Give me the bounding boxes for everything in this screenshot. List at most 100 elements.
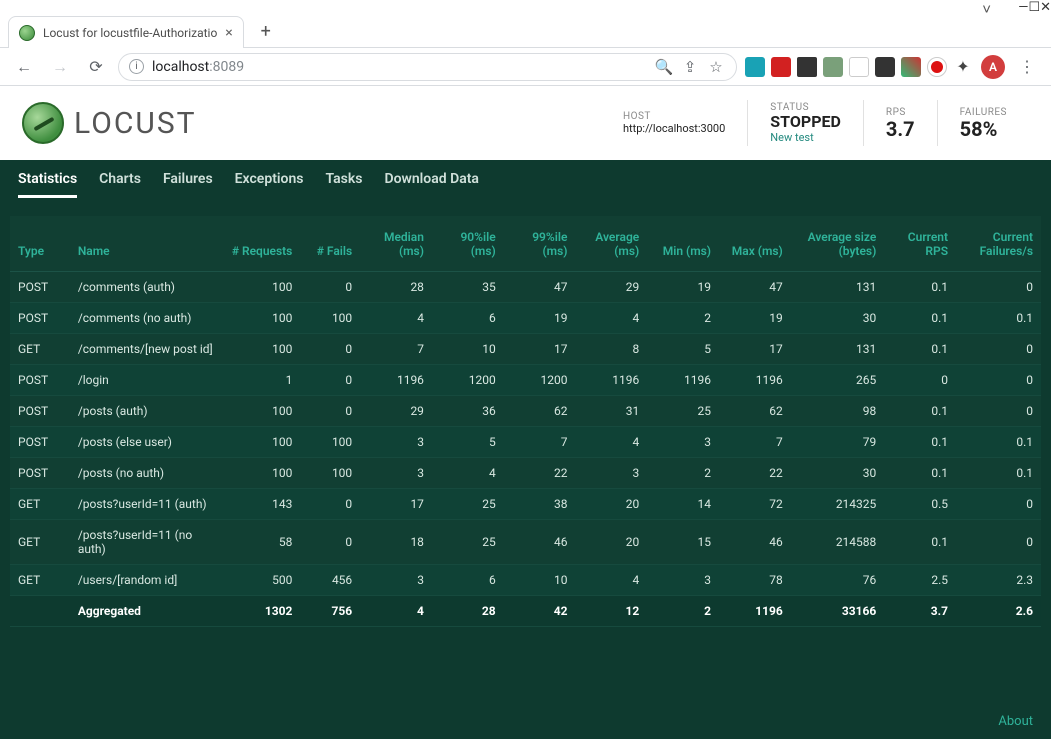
cell-med: 3 [360,457,432,488]
profile-avatar[interactable]: A [981,55,1005,79]
address-bar[interactable]: i localhost:8089 🔍 ⇪ ☆ [118,53,737,81]
col-size[interactable]: Average size (bytes) [791,216,885,271]
tab-download-data[interactable]: Download Data [384,160,479,198]
cell-fail: 100 [300,426,360,457]
locust-logo: LOCUST [22,102,197,144]
cell-fs: 2.3 [956,564,1041,595]
locust-logo-text: LOCUST [74,106,197,141]
cell-med: 1196 [360,364,432,395]
extension-icon[interactable] [823,57,843,77]
window-maximize-button[interactable]: ☐ [1028,0,1040,30]
cell-req: 100 [222,271,300,302]
extensions-menu-icon[interactable]: ✦ [953,57,973,77]
cell-rps: 2.5 [884,564,956,595]
favicon-icon [19,25,35,41]
cell-size: 33166 [791,595,885,626]
cell-fs: 0 [956,364,1041,395]
col-p90[interactable]: 90%ile (ms) [432,216,504,271]
tab-close-icon[interactable]: × [225,25,232,41]
cell-avg: 1196 [575,364,647,395]
cell-p90: 6 [432,302,504,333]
cell-fail: 0 [300,333,360,364]
col-median[interactable]: Median (ms) [360,216,432,271]
extension-icon[interactable] [745,57,765,77]
cell-type: GET [10,564,70,595]
cell-avg: 3 [575,457,647,488]
zoom-icon[interactable]: 🔍 [654,57,674,77]
cell-max: 17 [719,333,791,364]
cell-p99: 1200 [504,364,576,395]
cell-p90: 10 [432,333,504,364]
about-link[interactable]: About [998,714,1033,729]
table-row: GET /users/[random id] 500 456 3 6 10 4 … [10,564,1041,595]
cell-p90: 5 [432,426,504,457]
stat-status: STATUS STOPPED New test [747,100,863,146]
cell-req: 100 [222,395,300,426]
col-name[interactable]: Name [70,216,222,271]
cell-name: /posts (auth) [70,395,222,426]
cell-p90: 35 [432,271,504,302]
nav-back-button[interactable]: ← [10,53,38,81]
col-type[interactable]: Type [10,216,70,271]
cell-rps: 3.7 [884,595,956,626]
extension-icon[interactable] [849,57,869,77]
nav-forward-button[interactable]: → [46,53,74,81]
new-test-link[interactable]: New test [770,131,841,144]
stat-rps: RPS 3.7 [863,100,937,146]
table-row: GET /comments/[new post id] 100 0 7 10 1… [10,333,1041,364]
col-requests[interactable]: # Requests [222,216,300,271]
tab-tasks[interactable]: Tasks [326,160,363,198]
extension-icon[interactable] [901,57,921,77]
stat-host-value: http://localhost:3000 [623,122,725,135]
tab-statistics[interactable]: Statistics [18,160,77,198]
cell-fs: 0 [956,271,1041,302]
cell-name: /posts?userId=11 (auth) [70,488,222,519]
cell-p90: 6 [432,564,504,595]
table-row: POST /posts (no auth) 100 100 3 4 22 3 2… [10,457,1041,488]
cell-max: 22 [719,457,791,488]
tab-failures[interactable]: Failures [163,160,213,198]
cell-fs: 0.1 [956,302,1041,333]
stats-table: Type Name # Requests # Fails Median (ms)… [10,216,1041,627]
col-avg[interactable]: Average (ms) [575,216,647,271]
tab-exceptions[interactable]: Exceptions [235,160,304,198]
new-tab-button[interactable]: + [252,17,280,45]
col-rps[interactable]: Current RPS [884,216,956,271]
cell-type: GET [10,519,70,564]
col-fails[interactable]: # Fails [300,216,360,271]
cell-avg: 20 [575,488,647,519]
cell-rps: 0.5 [884,488,956,519]
extension-icon[interactable] [927,57,947,77]
share-icon[interactable]: ⇪ [680,57,700,77]
cell-size: 131 [791,271,885,302]
site-info-icon[interactable]: i [129,59,144,74]
cell-fail: 456 [300,564,360,595]
cell-req: 100 [222,426,300,457]
cell-p90: 4 [432,457,504,488]
nav-reload-button[interactable]: ⟳ [82,53,110,81]
extension-icon[interactable] [771,57,791,77]
cell-p99: 47 [504,271,576,302]
cell-p90: 1200 [432,364,504,395]
tab-charts[interactable]: Charts [99,160,141,198]
extension-icon[interactable] [797,57,817,77]
cell-rps: 0 [884,364,956,395]
window-minimize-button[interactable]: — [1018,0,1028,30]
cell-rps: 0.1 [884,271,956,302]
col-failures-s[interactable]: Current Failures/s [956,216,1041,271]
col-min[interactable]: Min (ms) [647,216,719,271]
table-row: POST /comments (no auth) 100 100 4 6 19 … [10,302,1041,333]
window-close-button[interactable]: ✕ [1040,0,1051,30]
table-row: GET /posts?userId=11 (no auth) 58 0 18 2… [10,519,1041,564]
locust-logo-icon [22,102,64,144]
cell-p99: 46 [504,519,576,564]
col-max[interactable]: Max (ms) [719,216,791,271]
browser-menu-button[interactable]: ⋮ [1013,53,1041,81]
extension-icons: ✦ [745,57,973,77]
app-footer: About [0,703,1051,739]
window-chevron-icon[interactable]: ˅ [982,0,1018,30]
col-p99[interactable]: 99%ile (ms) [504,216,576,271]
bookmark-icon[interactable]: ☆ [706,57,726,77]
extension-icon[interactable] [875,57,895,77]
browser-tab-active[interactable]: Locust for locustfile-Authorizatio × [8,16,244,48]
